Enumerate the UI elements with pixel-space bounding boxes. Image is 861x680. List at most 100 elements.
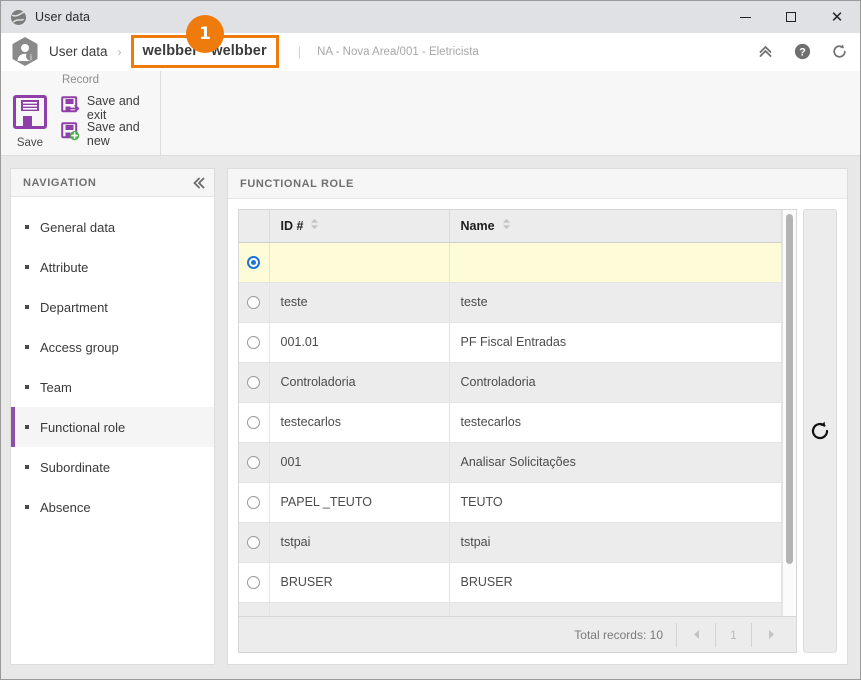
grid-vertical-scrollbar[interactable] (782, 210, 796, 616)
row-radio-icon[interactable] (247, 536, 261, 550)
sidebar-item-label: Access group (40, 339, 119, 355)
save-and-exit-button[interactable]: Save and exit (57, 94, 160, 122)
cell-name (449, 242, 782, 283)
functional-role-grid: ID # Name teste teste 001.01 PF Fiscal E… (238, 209, 797, 653)
bullet-icon (25, 425, 29, 429)
ribbon: Record Save Save and exit Save and new (1, 71, 860, 156)
row-radio-icon[interactable] (247, 376, 261, 390)
sidebar-item-access-group[interactable]: Access group (11, 327, 214, 367)
page-title: FUNCTIONAL ROLE (240, 177, 354, 190)
ribbon-small-buttons: Save and exit Save and new (57, 92, 160, 149)
save-and-new-button[interactable]: Save and new (57, 120, 160, 148)
maximize-button[interactable] (768, 1, 814, 33)
table-row[interactable] (239, 242, 782, 283)
row-radio-cell[interactable] (239, 602, 270, 616)
user-hexagon-icon: i (11, 36, 39, 67)
table-row[interactable]: BRUSER BRUSER (239, 562, 782, 603)
sidebar-item-label: General data (40, 219, 116, 235)
breadcrumb-root[interactable]: User data (49, 44, 108, 59)
sort-icon[interactable] (310, 218, 319, 233)
previous-page-button[interactable] (676, 622, 715, 647)
row-radio-icon[interactable] (247, 456, 261, 470)
scrollbar-thumb[interactable] (786, 214, 793, 565)
cell-name (449, 602, 782, 616)
breadcrumb: 1 i User data › welbber - welbber | NA -… (1, 15, 860, 71)
column-header-id[interactable]: ID # (269, 210, 450, 243)
panel-body: ID # Name teste teste 001.01 PF Fiscal E… (228, 199, 847, 664)
row-radio-cell[interactable] (239, 562, 270, 603)
help-icon[interactable]: ? (793, 43, 811, 61)
ribbon-group-label: Record (61, 74, 100, 86)
row-radio-cell[interactable] (239, 402, 270, 443)
row-radio-cell[interactable] (239, 482, 270, 523)
breadcrumb-divider: | (297, 44, 302, 59)
table-row[interactable] (239, 602, 782, 616)
sidebar-item-attribute[interactable]: Attribute (11, 247, 214, 287)
row-radio-selected-icon[interactable] (247, 256, 261, 270)
refresh-grid-icon[interactable] (809, 420, 831, 442)
cell-id: testecarlos (269, 402, 450, 443)
sidebar-item-department[interactable]: Department (11, 287, 214, 327)
row-radio-cell[interactable] (239, 442, 270, 483)
save-and-exit-label: Save and exit (86, 94, 140, 122)
bullet-icon (25, 345, 29, 349)
save-button[interactable]: Save (9, 92, 51, 149)
functional-role-panel: FUNCTIONAL ROLE ID # Name teste teste 00… (227, 168, 848, 665)
row-radio-cell[interactable] (239, 322, 270, 363)
row-radio-icon[interactable] (247, 336, 261, 350)
breadcrumb-subtitle: NA - Nova Area/001 - Eletricista (317, 45, 479, 58)
bullet-icon (25, 225, 29, 229)
cell-id: teste (269, 282, 450, 323)
cell-name: Analisar Solicitações (449, 442, 782, 483)
floppy-disk-icon (12, 94, 48, 135)
breadcrumb-actions: ? (756, 43, 848, 61)
save-button-label: Save (16, 137, 44, 149)
cell-name: TEUTO (449, 482, 782, 523)
column-header-name[interactable]: Name (449, 210, 782, 243)
sidebar-item-functional-role[interactable]: Functional role (11, 407, 214, 447)
minimize-button[interactable] (722, 1, 768, 33)
table-row[interactable]: teste teste (239, 282, 782, 323)
cell-id: BRUSER (269, 562, 450, 603)
row-radio-icon[interactable] (247, 296, 261, 310)
svg-text:?: ? (799, 46, 806, 58)
grid-side-toolbar (803, 209, 837, 653)
row-radio-cell[interactable] (239, 522, 270, 563)
table-row[interactable]: PAPEL _TEUTO TEUTO (239, 482, 782, 523)
current-page[interactable]: 1 (715, 622, 751, 647)
sidebar-item-general-data[interactable]: General data (11, 207, 214, 247)
row-radio-cell[interactable] (239, 362, 270, 403)
grid-footer: Total records: 10 1 (239, 616, 796, 652)
row-radio-icon[interactable] (247, 576, 261, 590)
sidebar-item-absence[interactable]: Absence (11, 487, 214, 527)
row-radio-cell[interactable] (239, 282, 270, 323)
collapse-ribbon-icon[interactable] (756, 43, 774, 61)
row-radio-icon[interactable] (247, 416, 261, 430)
content-area: NAVIGATION General data Attribute Depart… (1, 156, 860, 679)
table-row[interactable]: tstpai tstpai (239, 522, 782, 563)
table-row[interactable]: Controladoria Controladoria (239, 362, 782, 403)
table-row[interactable]: testecarlos testecarlos (239, 402, 782, 443)
table-row[interactable]: 001.01 PF Fiscal Entradas (239, 322, 782, 363)
cell-id: Controladoria (269, 362, 450, 403)
total-records-label: Total records: 10 (574, 627, 663, 642)
sidebar-item-label: Functional role (40, 419, 126, 435)
user-data-window: User data ✕ 1 i User data › welbber - we… (0, 0, 861, 680)
sidebar-item-team[interactable]: Team (11, 367, 214, 407)
navigation-title: NAVIGATION (23, 176, 97, 189)
column-header-name-label: Name (460, 218, 495, 233)
sort-icon[interactable] (502, 218, 511, 233)
sidebar-item-label: Team (40, 379, 72, 395)
table-row[interactable]: 001 Analisar Solicitações (239, 442, 782, 483)
sidebar-item-subordinate[interactable]: Subordinate (11, 447, 214, 487)
bullet-icon (25, 505, 29, 509)
close-button[interactable]: ✕ (814, 1, 860, 33)
chevrons-left-icon[interactable] (192, 176, 206, 190)
column-header-id-label: ID # (280, 218, 304, 233)
cell-name: tstpai (449, 522, 782, 563)
refresh-icon[interactable] (830, 43, 848, 61)
save-and-exit-icon (61, 96, 80, 120)
row-radio-cell[interactable] (239, 242, 270, 283)
next-page-button[interactable] (751, 622, 790, 647)
row-radio-icon[interactable] (247, 496, 261, 510)
